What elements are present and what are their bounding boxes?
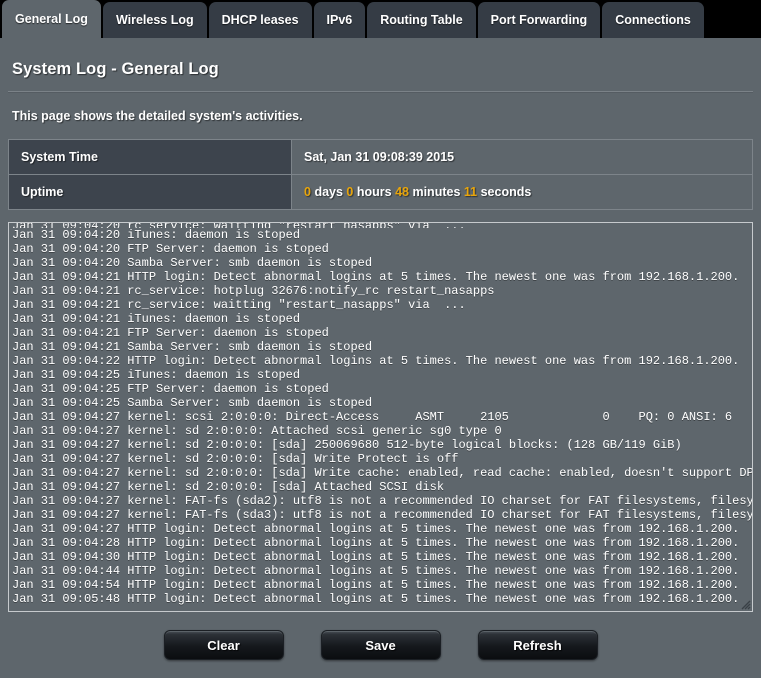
page-description: This page shows the detailed system's ac…: [12, 109, 303, 123]
system-time-label: System Time: [8, 139, 292, 175]
log-line: Jan 31 09:04:44 HTTP login: Detect abnor…: [12, 564, 740, 578]
table-row-system-time: System Time Sat, Jan 31 09:08:39 2015: [8, 139, 753, 175]
uptime-minutes-unit: minutes: [412, 185, 461, 199]
log-line: Jan 31 09:04:21 FTP Server: daemon is st…: [12, 326, 329, 340]
log-line: Jan 31 09:04:54 HTTP login: Detect abnor…: [12, 578, 740, 592]
tab-dhcp-leases[interactable]: DHCP leases: [208, 2, 312, 38]
log-line: Jan 31 09:04:25 FTP Server: daemon is st…: [12, 382, 329, 396]
uptime-value: 0 days 0 hours 48 minutes 11 seconds: [291, 174, 753, 210]
log-line: Jan 31 09:04:21 Samba Server: smb daemon…: [12, 340, 373, 354]
log-line: Jan 31 09:04:27 kernel: sd 2:0:0:0: [sda…: [12, 438, 682, 452]
action-button-row: Clear Save Refresh: [8, 630, 753, 660]
clear-button[interactable]: Clear: [163, 630, 284, 660]
table-row-uptime: Uptime 0 days 0 hours 48 minutes 11 seco…: [8, 174, 753, 210]
log-line: Jan 31 09:04:20 iTunes: daemon is stoped: [12, 228, 301, 242]
uptime-seconds-unit: seconds: [480, 185, 532, 199]
uptime-label: Uptime: [8, 174, 292, 210]
refresh-button[interactable]: Refresh: [477, 630, 598, 660]
uptime-seconds: 11: [463, 185, 478, 199]
tab-bar: General Log Wireless Log DHCP leases IPv…: [0, 0, 761, 38]
tab-general-log[interactable]: General Log: [2, 0, 101, 38]
tab-connections[interactable]: Connections: [602, 2, 704, 38]
uptime-minutes: 48: [395, 185, 409, 199]
log-line: Jan 31 09:04:21 iTunes: daemon is stoped: [12, 312, 301, 326]
log-line: Jan 31 09:04:21 rc_service: hotplug 3267…: [12, 284, 495, 298]
log-line: Jan 31 09:04:27 kernel: FAT-fs (sda3): u…: [12, 508, 752, 522]
log-line: Jan 31 09:04:22 HTTP login: Detect abnor…: [12, 354, 740, 368]
log-line: Jan 31 09:04:27 kernel: scsi 2:0:0:0: Di…: [12, 410, 733, 424]
log-line: Jan 31 09:04:27 kernel: FAT-fs (sda2): u…: [12, 494, 752, 508]
log-line: Jan 31 09:04:27 kernel: sd 2:0:0:0: [sda…: [12, 480, 445, 494]
log-line: Jan 31 09:04:27 HTTP login: Detect abnor…: [12, 522, 740, 536]
system-log-textarea[interactable]: Jan 31 09:04:20 rc_service: waitting "re…: [8, 222, 753, 612]
uptime-days: 0: [304, 185, 311, 199]
tab-routing-table[interactable]: Routing Table: [367, 2, 476, 38]
uptime-days-unit: days: [314, 185, 343, 199]
tab-ipv6[interactable]: IPv6: [313, 2, 366, 38]
uptime-hours: 0: [346, 185, 354, 199]
save-button[interactable]: Save: [320, 630, 441, 660]
log-area-wrapper: Jan 31 09:04:20 rc_service: waitting "re…: [8, 222, 753, 612]
log-line: Jan 31 09:04:20 Samba Server: smb daemon…: [12, 256, 373, 270]
log-line: Jan 31 09:04:30 HTTP login: Detect abnor…: [12, 550, 740, 564]
log-line: Jan 31 09:04:27 kernel: sd 2:0:0:0: [sda…: [12, 466, 753, 480]
log-line: Jan 31 09:04:21 HTTP login: Detect abnor…: [12, 270, 740, 284]
log-line: Jan 31 09:04:28 HTTP login: Detect abnor…: [12, 536, 740, 550]
uptime-hours-unit: hours: [356, 185, 392, 199]
textarea-resize-grip-icon[interactable]: [738, 597, 751, 610]
log-line: Jan 31 09:04:27 kernel: sd 2:0:0:0: [sda…: [12, 452, 459, 466]
system-time-value: Sat, Jan 31 09:08:39 2015: [291, 139, 753, 175]
log-line: Jan 31 09:04:25 Samba Server: smb daemon…: [12, 396, 373, 410]
tab-wireless-log[interactable]: Wireless Log: [102, 2, 207, 38]
log-line: Jan 31 09:04:27 kernel: sd 2:0:0:0: Atta…: [12, 424, 502, 438]
system-info-table: System Time Sat, Jan 31 09:08:39 2015 Up…: [8, 139, 753, 210]
log-line: Jan 31 09:04:25 iTunes: daemon is stoped: [12, 368, 301, 382]
log-line: Jan 31 09:05:48 HTTP login: Detect abnor…: [12, 592, 740, 606]
log-line: Jan 31 09:04:21 rc_service: waitting "re…: [12, 298, 466, 312]
log-line: Jan 31 09:04:20 FTP Server: daemon is st…: [12, 242, 329, 256]
tab-port-forwarding[interactable]: Port Forwarding: [477, 2, 601, 38]
page-body: System Log - General Log This page shows…: [0, 38, 761, 678]
page-title: System Log - General Log: [12, 60, 219, 78]
